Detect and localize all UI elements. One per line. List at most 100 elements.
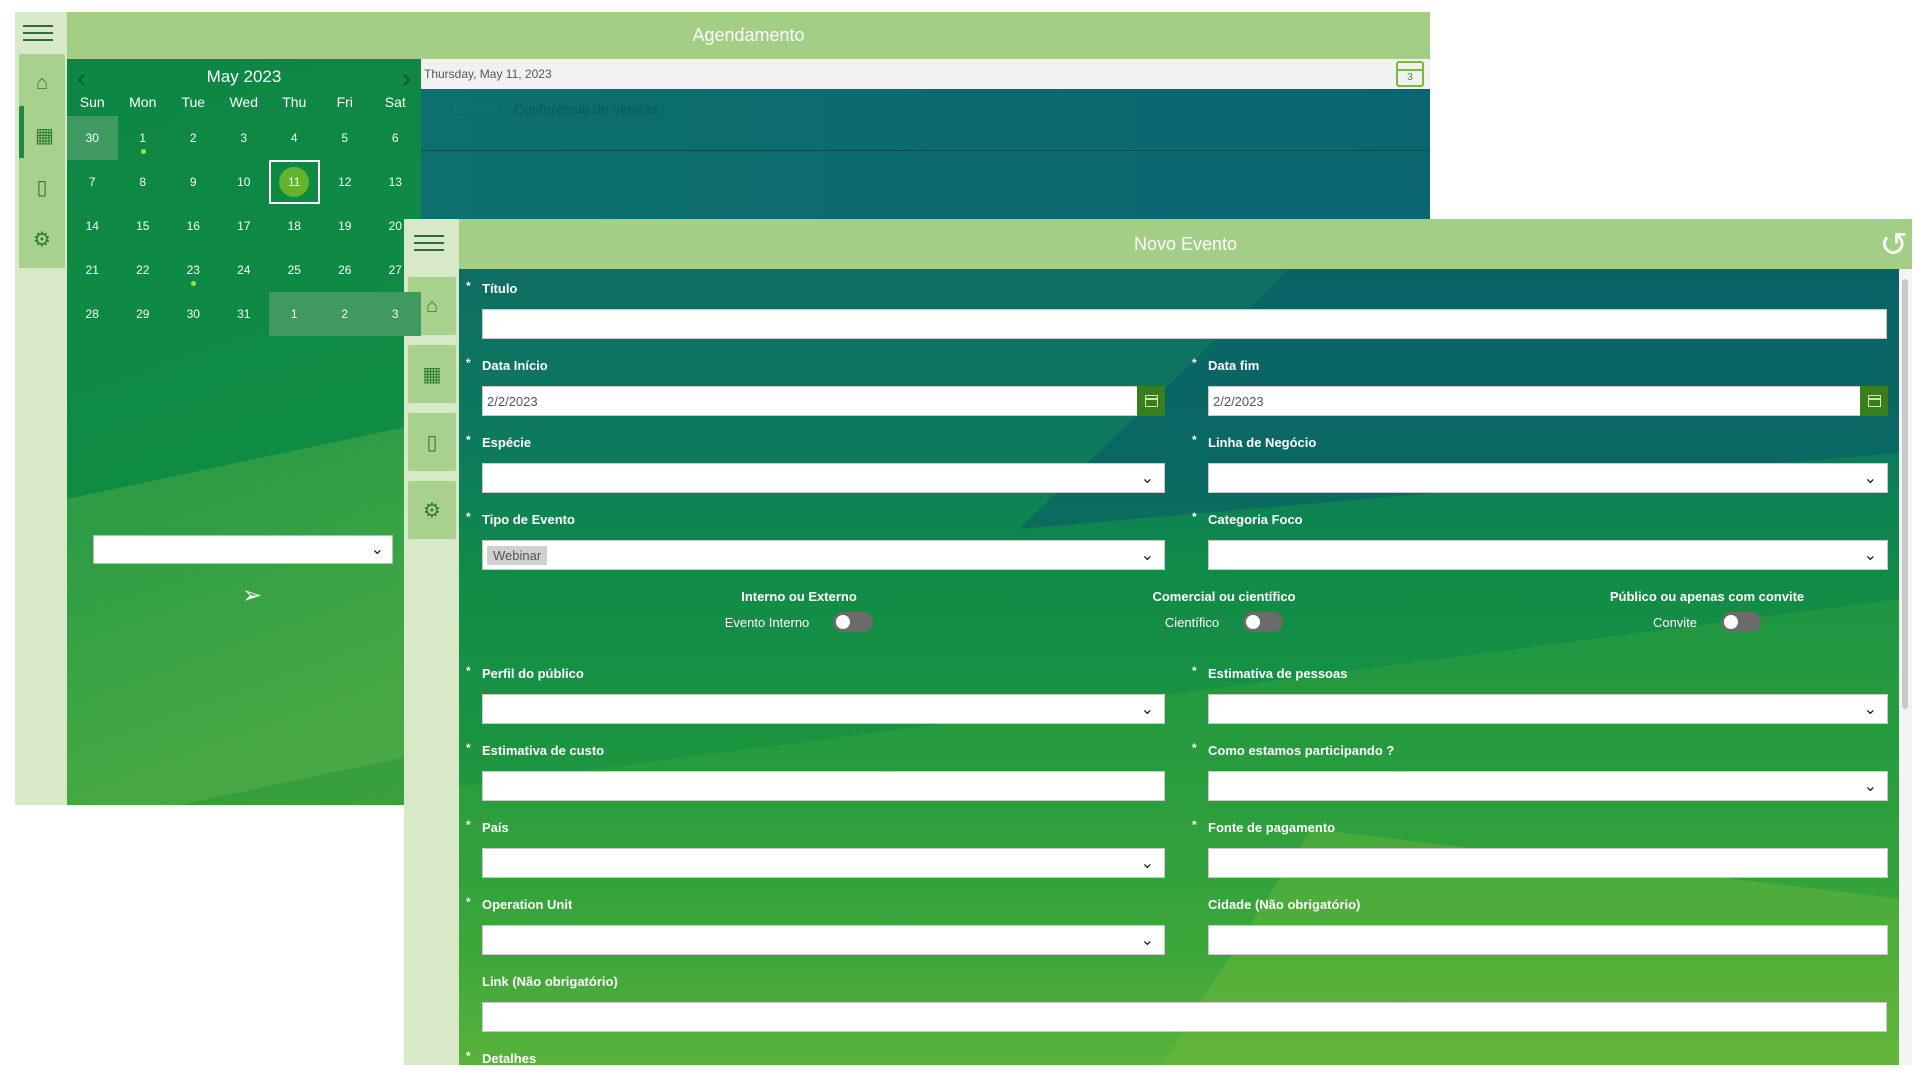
cidade-input[interactable] xyxy=(1208,925,1888,955)
calendar-day[interactable]: 26 xyxy=(320,248,371,292)
calendar-day[interactable]: 19 xyxy=(320,204,371,248)
book-nav-button[interactable]: ▯ xyxy=(19,158,65,216)
estimativa-pessoas-label: * Estimativa de pessoas xyxy=(1192,664,1348,681)
date-picker-button[interactable] xyxy=(1860,386,1888,416)
calendar-day[interactable]: 1 xyxy=(118,116,169,160)
calendar-day[interactable]: 25 xyxy=(269,248,320,292)
scrollbar-thumb[interactable] xyxy=(1902,279,1908,709)
weekday-label: Fri xyxy=(336,94,353,110)
home-icon: ⌂ xyxy=(35,71,49,94)
fonte-pagamento-input[interactable] xyxy=(1208,848,1888,878)
hamburger-menu-icon[interactable] xyxy=(23,25,53,43)
data-fim-input[interactable]: 2/2/2023 xyxy=(1208,386,1888,416)
gear-icon: ⚙ xyxy=(33,228,51,251)
calendar-day[interactable]: 16 xyxy=(168,204,219,248)
calendar-day[interactable]: 18 xyxy=(269,204,320,248)
pais-dropdown[interactable]: ⌄ xyxy=(482,848,1165,878)
calendar-day[interactable]: 13 xyxy=(370,160,421,204)
event-item[interactable]: 5/11/2023 Conferência de vendas xyxy=(421,89,1430,151)
weekday-label: Tue xyxy=(181,94,206,110)
titulo-input[interactable] xyxy=(482,309,1887,339)
especie-label: * Espécie xyxy=(466,433,532,450)
calendar-day[interactable]: 2 xyxy=(168,116,219,160)
chevron-down-icon: ⌄ xyxy=(1140,547,1154,564)
weekday-label: Sun xyxy=(79,94,105,110)
gear-icon: ⚙ xyxy=(423,499,441,522)
book-nav-button[interactable]: ▯ xyxy=(408,413,456,471)
undo-back-icon[interactable]: ↺ xyxy=(1880,225,1909,265)
cientifico-toggle[interactable] xyxy=(1243,612,1284,632)
linha-negocio-dropdown[interactable]: ⌄ xyxy=(1208,463,1888,493)
weekday-label: Mon xyxy=(129,94,157,110)
calendar-day[interactable]: 2 xyxy=(319,292,370,336)
calendar-day[interactable]: 14 xyxy=(67,204,118,248)
calendar-week: 14 15 16 17 18 19 20 xyxy=(67,204,421,248)
calendar-day[interactable]: 3 xyxy=(219,116,270,160)
calendar-day[interactable]: 20 xyxy=(370,204,421,248)
evento-interno-toggle[interactable] xyxy=(833,612,874,632)
calendar-day[interactable]: 7 xyxy=(67,160,118,204)
calendar-day[interactable]: 22 xyxy=(118,248,169,292)
home-nav-button[interactable]: ⌂ xyxy=(19,54,65,112)
calendar-day[interactable]: 8 xyxy=(118,160,169,204)
calendar-day[interactable]: 24 xyxy=(219,248,270,292)
convite-toggle[interactable] xyxy=(1721,612,1762,632)
day-date-label: Thursday, May 11, 2023 xyxy=(424,67,552,81)
interno-externo-toggle-group: Interno ou Externo Evento Interno xyxy=(659,589,939,632)
settings-nav-button[interactable]: ⚙ xyxy=(408,481,456,539)
calendar-day[interactable]: 15 xyxy=(118,204,169,248)
cidade-field: Cidade (Não obrigatório) xyxy=(1208,897,1888,955)
calendar-day[interactable]: 6 xyxy=(370,116,421,160)
data-inicio-input[interactable]: 2/2/2023 xyxy=(482,386,1165,416)
schedule-nav-button[interactable]: ▦ xyxy=(19,106,65,164)
calendar-day[interactable]: 23 xyxy=(168,248,219,292)
form-scrollbar[interactable] xyxy=(1899,269,1912,1065)
weekday-row: Sun Mon Tue Wed Thu Fri Sat xyxy=(67,94,421,116)
estimativa-pessoas-dropdown[interactable]: ⌄ xyxy=(1208,694,1888,724)
calendar-day[interactable]: 4 xyxy=(269,116,320,160)
calendar-day[interactable]: 31 xyxy=(219,292,270,336)
estimativa-custo-input[interactable] xyxy=(482,771,1165,801)
calendar-day[interactable]: 30 xyxy=(168,292,219,336)
perfil-publico-dropdown[interactable]: ⌄ xyxy=(482,694,1165,724)
prev-month-arrow-icon[interactable]: ‹ xyxy=(77,63,86,94)
calendar-day[interactable]: 9 xyxy=(168,160,219,204)
side-rail: ⌂ ▦ ▯ ⚙ xyxy=(15,12,67,805)
send-icon[interactable]: ➢ xyxy=(242,581,262,610)
calendar-header: ‹ May 2023 › xyxy=(67,59,421,95)
filter-dropdown[interactable]: ⌄ xyxy=(93,535,393,564)
tipo-evento-dropdown[interactable]: Webinar ⌄ xyxy=(482,540,1165,570)
calendar-icon-number: 3 xyxy=(1407,72,1413,83)
schedule-nav-button[interactable]: ▦ xyxy=(408,345,456,403)
calendar-day[interactable]: 1 xyxy=(269,292,320,336)
date-picker-button[interactable] xyxy=(1137,386,1165,416)
calendar-day[interactable]: 29 xyxy=(118,292,169,336)
especie-dropdown[interactable]: ⌄ xyxy=(482,463,1165,493)
settings-nav-button[interactable]: ⚙ xyxy=(19,210,65,268)
calendar-day[interactable]: 5 xyxy=(320,116,371,160)
como-participando-field: * Como estamos participando ? ⌄ xyxy=(1192,741,1888,801)
toggle-title: Público ou apenas com convite xyxy=(1609,589,1805,604)
calendar-day[interactable]: 21 xyxy=(67,248,118,292)
calendar-day[interactable]: 10 xyxy=(219,160,270,204)
next-month-arrow-icon[interactable]: › xyxy=(402,63,411,94)
chevron-down-icon: ⌄ xyxy=(1140,701,1154,718)
calendar-day[interactable]: 27 xyxy=(370,248,421,292)
detalhes-field: * Detalhes xyxy=(466,1049,1165,1065)
categoria-foco-dropdown[interactable]: ⌄ xyxy=(1208,540,1888,570)
calendar-day[interactable]: 17 xyxy=(219,204,270,248)
toggle-label: Convite xyxy=(1652,614,1698,630)
operation-unit-dropdown[interactable]: ⌄ xyxy=(482,925,1165,955)
como-participando-dropdown[interactable]: ⌄ xyxy=(1208,771,1888,801)
calendar-day[interactable]: 3 xyxy=(370,292,421,336)
link-input[interactable] xyxy=(482,1002,1887,1032)
como-participando-label: * Como estamos participando ? xyxy=(1192,741,1395,758)
calendar-day[interactable]: 28 xyxy=(67,292,118,336)
calendar-day-selected[interactable]: 11 xyxy=(269,160,320,204)
calendar-icon[interactable]: 3 xyxy=(1396,61,1424,87)
calendar-day[interactable]: 30 xyxy=(67,116,118,160)
calendar-day[interactable]: 12 xyxy=(320,160,371,204)
categoria-foco-label: * Categoria Foco xyxy=(1192,510,1303,527)
data-fim-label: * Data fim xyxy=(1192,356,1260,373)
data-fim-field: * Data fim 2/2/2023 xyxy=(1192,356,1888,416)
